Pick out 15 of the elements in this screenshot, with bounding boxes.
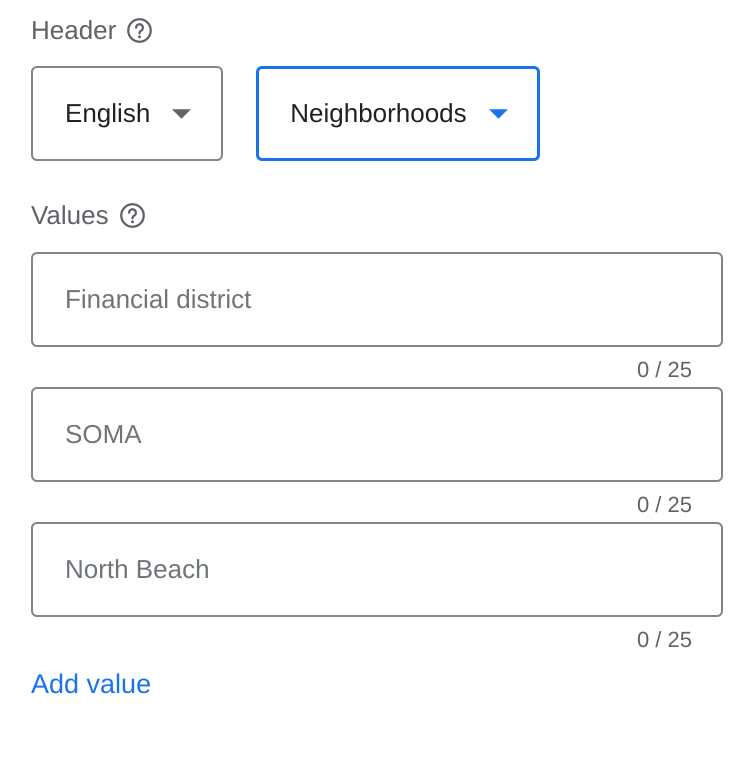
dropdown[interactable]: English bbox=[31, 66, 224, 161]
input-field[interactable]: Financial district bbox=[31, 252, 723, 347]
character-counter: 0 / 25 bbox=[636, 627, 692, 651]
header-label: Header bbox=[31, 14, 116, 46]
character-counter: 0 / 25 bbox=[636, 357, 692, 381]
input-field[interactable]: SOMA bbox=[31, 387, 723, 482]
help-icon[interactable] bbox=[126, 16, 154, 44]
input-field[interactable]: North Beach bbox=[31, 522, 723, 617]
help-icon[interactable] bbox=[118, 202, 146, 228]
add-value-link[interactable]: Add value bbox=[31, 669, 152, 700]
character-counter: 0 / 25 bbox=[636, 492, 692, 516]
caret-icon bbox=[488, 108, 508, 118]
values-label: Values bbox=[31, 200, 109, 230]
caret-icon bbox=[172, 108, 192, 118]
dropdown[interactable]: Neighborhoods bbox=[256, 66, 540, 161]
